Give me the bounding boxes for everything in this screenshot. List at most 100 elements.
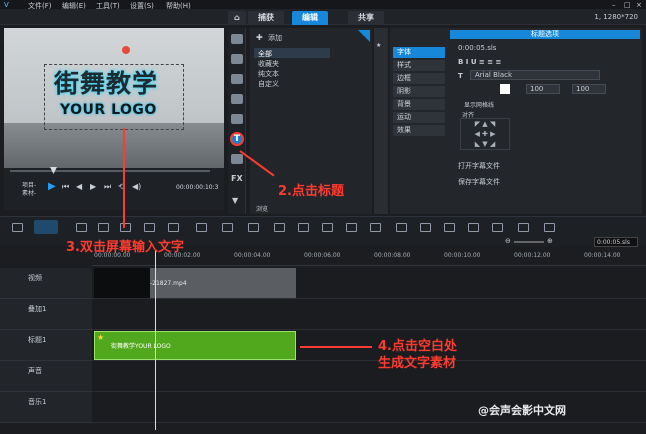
save-subtitle-button[interactable]: 保存字幕文件 bbox=[458, 177, 500, 187]
track-header-voice: 声音 bbox=[0, 361, 92, 392]
voice-track[interactable] bbox=[92, 361, 646, 392]
option-effect[interactable]: 效果 bbox=[393, 125, 445, 136]
fx-icon[interactable]: FX bbox=[231, 174, 243, 183]
home-start-icon[interactable]: ⏮ bbox=[62, 182, 69, 192]
undo-icon[interactable] bbox=[120, 223, 131, 232]
library-side-toolbar: T FX ▼ bbox=[228, 28, 246, 214]
toolbar-icon-14[interactable] bbox=[346, 223, 357, 232]
ruler-tick: 00:00:04.00 bbox=[234, 252, 271, 259]
toolbar-icon-4[interactable] bbox=[98, 223, 109, 232]
library-folder-plain-text[interactable]: 纯文本 bbox=[258, 69, 279, 79]
library-thumbnails[interactable]: ★ bbox=[374, 28, 388, 214]
toolbar-icon-3[interactable] bbox=[76, 223, 87, 232]
toolbar-icon-17[interactable] bbox=[420, 223, 431, 232]
annotation-step2: 2.点击标题 bbox=[278, 184, 344, 199]
storyboard-view-icon[interactable] bbox=[12, 223, 23, 232]
option-shadow[interactable]: 阴影 bbox=[393, 86, 445, 97]
preview-title-en[interactable]: YOUR LOGO bbox=[60, 102, 157, 118]
toolbar-icon-7[interactable] bbox=[168, 223, 179, 232]
zoom-out-icon[interactable]: ⊖ bbox=[505, 237, 511, 245]
playback-controls: 项目- 素材- ▶ ⏮ ◀ ▶ ⏭ ⟲ ◀) 00:00:00:10:3 bbox=[4, 167, 224, 210]
option-background[interactable]: 背景 bbox=[393, 99, 445, 110]
minimize-icon[interactable]: – bbox=[612, 1, 616, 9]
toolbar-icon-12[interactable] bbox=[298, 223, 309, 232]
resolution-label: 1, 1280*720 bbox=[594, 13, 638, 21]
option-motion[interactable]: 运动 bbox=[393, 112, 445, 123]
rotate-handle-icon[interactable] bbox=[122, 46, 130, 54]
instant-project-icon[interactable] bbox=[231, 54, 243, 64]
video-track[interactable]: -21827.mp4 bbox=[92, 268, 646, 299]
duration-field[interactable]: 0:00:05.sls bbox=[458, 44, 496, 52]
browse-button[interactable]: 浏览 bbox=[256, 204, 268, 213]
option-border[interactable]: 边框 bbox=[393, 73, 445, 84]
filter-icon[interactable] bbox=[231, 94, 243, 104]
graphic-icon[interactable] bbox=[231, 114, 243, 124]
line-spacing-field[interactable]: 100 bbox=[572, 84, 606, 94]
preview-timecode[interactable]: 00:00:00:10:3 bbox=[176, 184, 218, 191]
toolbar-icon-15[interactable] bbox=[370, 223, 381, 232]
track-voice-label: 声音 bbox=[28, 367, 42, 375]
ruler-tick: 00:00:06.00 bbox=[304, 252, 341, 259]
app-logo-icon: V bbox=[4, 1, 9, 9]
close-icon[interactable]: × bbox=[636, 1, 642, 9]
option-style[interactable]: 样式 bbox=[393, 60, 445, 71]
collapse-down-icon[interactable]: ▼ bbox=[232, 196, 238, 205]
preview-title-cn[interactable]: 街舞教学 bbox=[54, 64, 158, 100]
add-icon[interactable]: ✚ bbox=[256, 33, 263, 42]
video-clip-thumb[interactable] bbox=[94, 268, 150, 298]
next-frame-icon[interactable]: ▶ bbox=[90, 182, 96, 191]
home-icon[interactable]: ⌂ bbox=[228, 11, 246, 25]
bold-italic-buttons[interactable]: B I U ≡ ≡ ≡ bbox=[458, 58, 501, 66]
tab-edit[interactable]: 编辑 bbox=[292, 11, 328, 25]
toolbar-icon-21[interactable] bbox=[518, 223, 529, 232]
timeline-view-icon[interactable] bbox=[34, 220, 58, 234]
media-icon[interactable] bbox=[231, 34, 243, 44]
show-grid-checkbox[interactable]: 显示网格线 bbox=[464, 100, 494, 109]
workspace-tabs: ⌂ 捕获 编辑 共享 1, 1280*720 bbox=[0, 9, 646, 25]
toolbar-icon-20[interactable] bbox=[492, 223, 503, 232]
transition-icon[interactable] bbox=[231, 74, 243, 84]
toolbar-icon-10[interactable] bbox=[248, 223, 259, 232]
play-icon[interactable]: ▶ bbox=[48, 181, 56, 192]
arrow-4 bbox=[300, 346, 372, 348]
add-button[interactable]: 添加 bbox=[268, 33, 282, 43]
redo-icon[interactable] bbox=[144, 223, 155, 232]
library-folder-all[interactable]: 全部 bbox=[258, 49, 272, 59]
zoom-in-icon[interactable]: ⊕ bbox=[547, 237, 553, 245]
option-font[interactable]: 字体 bbox=[393, 47, 445, 58]
video-clip[interactable]: -21827.mp4 bbox=[150, 268, 296, 298]
clip-mode-label[interactable]: 素材- bbox=[22, 188, 36, 197]
maximize-icon[interactable]: □ bbox=[624, 1, 631, 9]
toolbar-icon-16[interactable] bbox=[396, 223, 407, 232]
path-icon[interactable] bbox=[231, 154, 243, 164]
volume-icon[interactable]: ◀) bbox=[132, 182, 141, 191]
open-subtitle-button[interactable]: 打开字幕文件 bbox=[458, 161, 500, 171]
toolbar-icon-9[interactable] bbox=[222, 223, 233, 232]
ruler-tick: 00:00:08.00 bbox=[374, 252, 411, 259]
font-t-icon: T bbox=[458, 72, 463, 80]
zoom-slider[interactable] bbox=[514, 241, 544, 243]
pin-icon[interactable] bbox=[358, 30, 370, 42]
tab-capture[interactable]: 捕获 bbox=[248, 11, 284, 25]
align-grid[interactable]: ◤ ▲ ◥ ◀ ✚ ▶ ◣ ▼ ◢ bbox=[460, 118, 510, 150]
toolbar-icon-13[interactable] bbox=[322, 223, 333, 232]
title-icon[interactable]: T bbox=[230, 132, 244, 146]
library-folder-favorites[interactable]: 收藏夹 bbox=[258, 59, 279, 69]
tab-share[interactable]: 共享 bbox=[348, 11, 384, 25]
prev-frame-icon[interactable]: ◀ bbox=[76, 182, 82, 191]
font-size-field[interactable]: 100 bbox=[526, 84, 560, 94]
toolbar-icon-8[interactable] bbox=[196, 223, 207, 232]
end-icon[interactable]: ⏭ bbox=[104, 182, 111, 192]
preview-window[interactable]: 街舞教学 YOUR LOGO bbox=[4, 28, 224, 168]
toolbar-icon-19[interactable] bbox=[468, 223, 479, 232]
playhead[interactable] bbox=[155, 250, 156, 430]
title-options-panel: 标题选项 0:00:05.sls B I U ≡ ≡ ≡ T Arial Bla… bbox=[390, 28, 642, 214]
title-clip[interactable]: ★ 街舞教学YOUR LOGO bbox=[94, 331, 296, 360]
toolbar-icon-22[interactable] bbox=[544, 223, 555, 232]
overlay-track[interactable] bbox=[92, 299, 646, 330]
toolbar-icon-11[interactable] bbox=[274, 223, 285, 232]
library-folder-custom[interactable]: 自定义 bbox=[258, 79, 279, 89]
font-select[interactable]: Arial Black bbox=[470, 70, 600, 80]
toolbar-icon-18[interactable] bbox=[444, 223, 455, 232]
color-swatch[interactable] bbox=[500, 84, 510, 94]
